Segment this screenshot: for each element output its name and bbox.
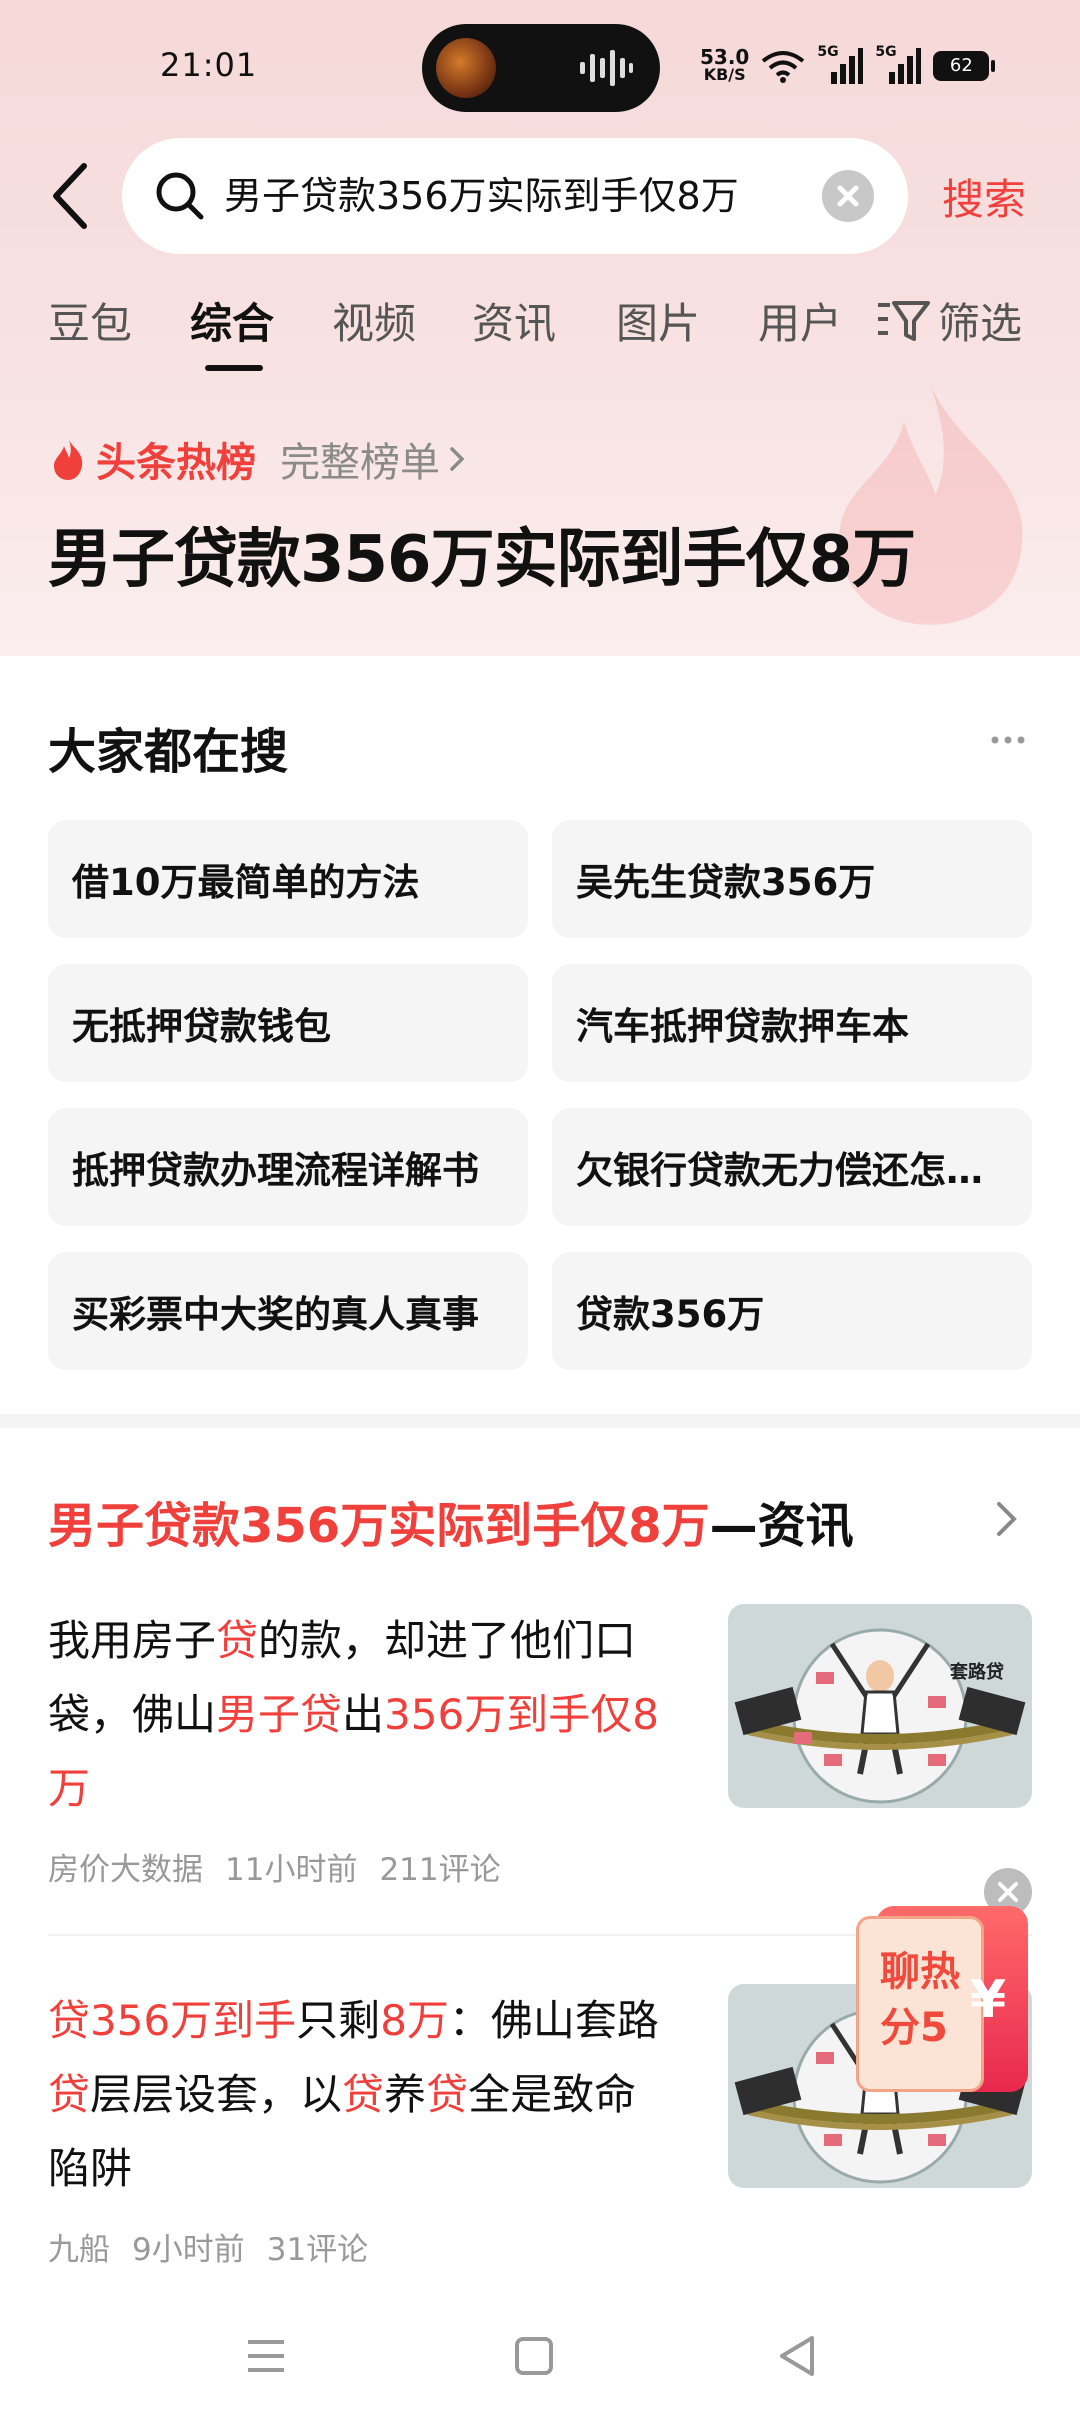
section-title-everyone-searches: 大家都在搜 — [48, 724, 289, 780]
tab-comprehensive[interactable]: 综合 — [190, 290, 274, 351]
suggestion-pill[interactable]: 无抵押贷款钱包 — [48, 964, 528, 1082]
news-article[interactable]: 我用房子贷的款，却进了他们口袋，佛山男子贷出356万到手仅8万 房价大数据 11小… — [48, 1604, 1032, 1889]
title-text: 只剩 — [296, 1996, 381, 2045]
thumbnail-caption: 套路贷 — [950, 1661, 1004, 1683]
promo-text: 聊热 分5 — [880, 1949, 960, 2051]
cell-signal-2: 5G — [875, 44, 922, 84]
full-list-link[interactable]: 完整榜单 — [280, 430, 440, 488]
tab-doubao[interactable]: 豆包 — [48, 290, 132, 351]
title-highlight: 贷 — [342, 2070, 385, 2119]
home-icon[interactable] — [504, 2326, 564, 2386]
battery-icon: 62 — [933, 51, 996, 81]
tab-users[interactable]: 用户 — [758, 290, 842, 351]
back-arrow-icon[interactable] — [46, 160, 94, 232]
search-submit-button[interactable]: 搜索 — [942, 166, 1026, 227]
tab-news[interactable]: 资讯 — [472, 290, 556, 351]
filter-button[interactable]: 筛选 — [876, 290, 1022, 351]
signal-bars-icon — [889, 48, 922, 84]
title-text: 我用房子 — [48, 1616, 217, 1665]
search-input[interactable]: 男子贷款356万实际到手仅8万 — [224, 168, 739, 224]
network-speed: 53.0 KB/S — [700, 45, 750, 84]
floating-promo-widget[interactable]: 聊热 分5 ¥ — [856, 1906, 1028, 2096]
yen-icon: ¥ — [970, 1970, 1007, 2030]
menu-icon[interactable] — [236, 2326, 296, 2386]
suggestion-pill[interactable]: 吴先生贷款356万 — [552, 820, 1032, 938]
news-section-header[interactable]: 男子贷款356万实际到手仅8万—资讯 — [48, 1486, 854, 1556]
back-nav-icon[interactable] — [768, 2326, 828, 2386]
article-comments: 211评论 — [379, 1852, 501, 1888]
title-highlight: 贷 — [48, 2070, 91, 2119]
active-tab-indicator — [205, 365, 263, 371]
media-artwork — [436, 38, 496, 98]
title-highlight: 男子贷 — [216, 1690, 343, 1739]
title-highlight: 8万 — [380, 1996, 449, 2045]
audio-waveform-icon — [580, 50, 633, 86]
chevron-right-icon[interactable] — [990, 1494, 1024, 1544]
article-source: 房价大数据 — [48, 1852, 203, 1888]
section-divider — [0, 1414, 1080, 1428]
title-highlight: 贷 — [216, 1616, 259, 1665]
chevron-right-icon — [450, 447, 465, 471]
status-bar: 21:01 53.0 KB/S 5G 5G 62 — [0, 0, 1080, 136]
close-icon — [837, 185, 859, 207]
suggestion-pill[interactable]: 汽车抵押贷款押车本 — [552, 964, 1032, 1082]
clock: 21:01 — [160, 46, 258, 84]
search-icon — [156, 172, 204, 220]
hot-list-label: 头条热榜 — [96, 440, 256, 486]
article-title: 我用房子贷的款，却进了他们口袋，佛山男子贷出356万到手仅8万 — [48, 1604, 678, 1826]
article-meta: 房价大数据 11小时前 211评论 — [48, 1844, 1032, 1889]
suggestion-pill[interactable]: 买彩票中大奖的真人真事 — [48, 1252, 528, 1370]
suggestion-pill[interactable]: 欠银行贷款无力偿还怎… — [552, 1108, 1032, 1226]
title-text: 养 — [384, 2070, 427, 2119]
article-comments: 31评论 — [266, 2232, 369, 2268]
hot-list-row[interactable]: 头条热榜 完整榜单 — [50, 430, 470, 488]
signal-bars-icon — [831, 48, 864, 84]
dynamic-island[interactable] — [422, 24, 660, 112]
wifi-icon — [762, 51, 805, 83]
article-source: 九船 — [48, 2232, 110, 2268]
article-time: 9小时前 — [132, 2232, 245, 2268]
status-indicators: 53.0 KB/S 5G 5G 62 — [700, 44, 996, 86]
news-header-suffix: —资讯 — [709, 1498, 854, 1554]
title-highlight: 贷356万到手 — [48, 1996, 297, 2045]
suggestion-pill[interactable]: 借10万最简单的方法 — [48, 820, 528, 938]
article-time: 11小时前 — [225, 1852, 358, 1888]
system-nav-bar — [0, 2300, 1080, 2412]
title-text: 层层设套，以 — [90, 2070, 343, 2119]
article-meta: 九船 9小时前 31评论 — [48, 2224, 1032, 2269]
more-options-icon[interactable] — [990, 730, 1026, 750]
article-thumbnail: 套路贷 — [728, 1604, 1032, 1808]
battery-level: 62 — [949, 55, 973, 76]
tab-images[interactable]: 图片 — [616, 290, 700, 351]
news-header-keyword: 男子贷款356万实际到手仅8万 — [48, 1498, 710, 1554]
tab-video[interactable]: 视频 — [332, 290, 416, 351]
title-highlight: 贷 — [426, 2070, 469, 2119]
hot-topic-title[interactable]: 男子贷款356万实际到手仅8万 — [48, 508, 916, 600]
cell-signal-1: 5G — [817, 44, 864, 84]
article-title: 贷356万到手只剩8万：佛山套路贷层层设套，以贷养贷全是致命陷阱 — [48, 1984, 678, 2206]
filter-label: 筛选 — [938, 299, 1023, 348]
search-bar[interactable]: 男子贷款356万实际到手仅8万 — [122, 138, 908, 254]
clear-search-button[interactable] — [822, 170, 874, 222]
suggestion-pill[interactable]: 贷款356万 — [552, 1252, 1032, 1370]
filter-icon — [878, 300, 930, 341]
title-text: ：佛山套路 — [448, 1996, 659, 2045]
title-text: 出 — [342, 1690, 385, 1739]
flame-icon — [54, 438, 83, 480]
suggestion-pill[interactable]: 抵押贷款办理流程详解书 — [48, 1108, 528, 1226]
